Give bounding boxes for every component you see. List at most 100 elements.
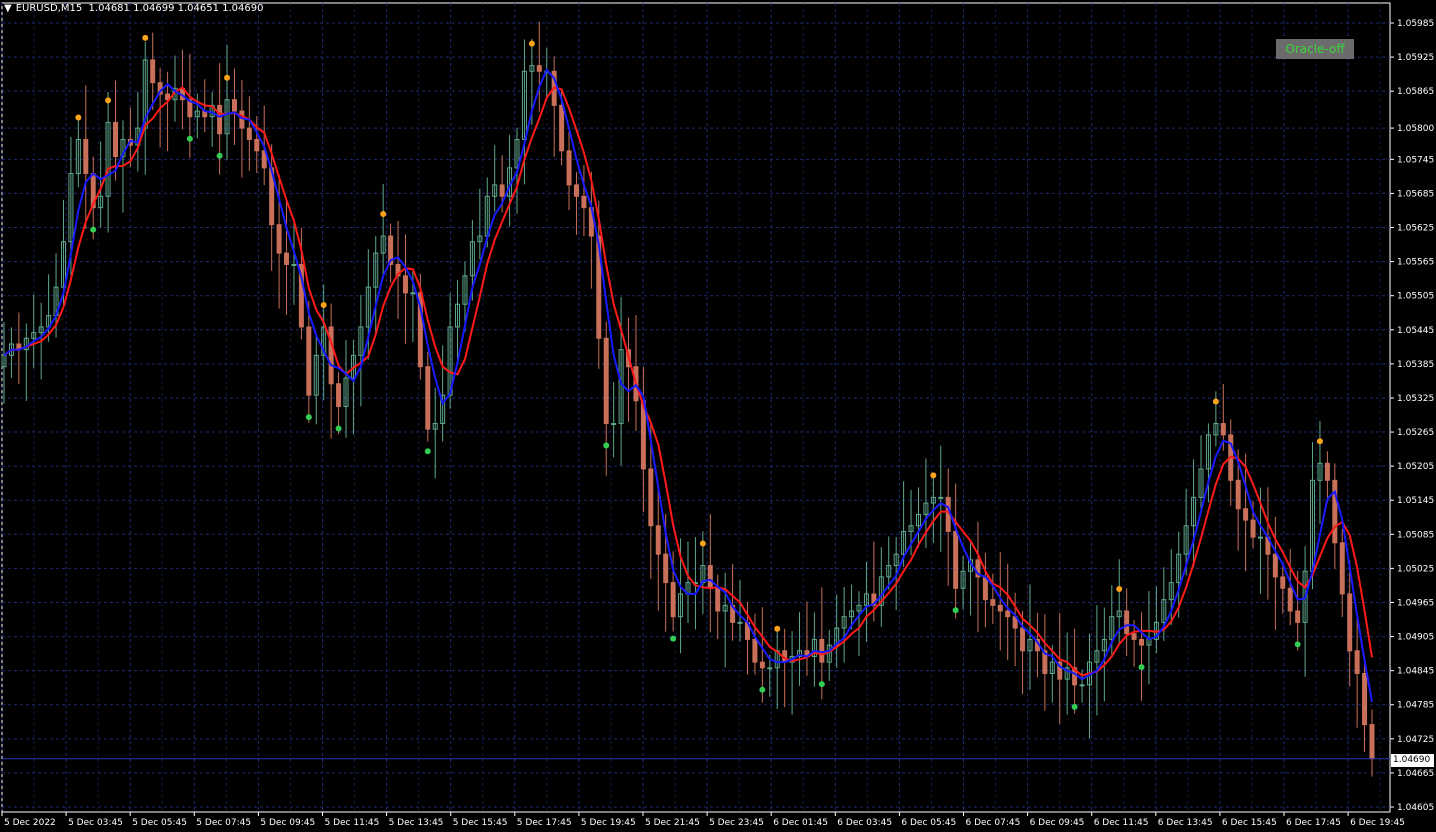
bottom-fractal-marker: [952, 607, 959, 614]
candle-bear: [819, 638, 825, 663]
time-axis-label: 6 Dec 13:45: [1158, 818, 1213, 828]
bottom-fractal-marker: [424, 448, 431, 455]
price-axis-label: 1.05505: [1397, 292, 1434, 302]
top-fractal-marker: [774, 625, 781, 632]
candle-bear: [1354, 650, 1360, 674]
time-axis-label: 5 Dec 05:45: [132, 818, 187, 828]
candle-bull: [1079, 684, 1085, 687]
time-axis-label: 6 Dec 07:45: [966, 818, 1021, 828]
candle-bear: [306, 326, 312, 396]
top-fractal-marker: [1212, 398, 1219, 405]
time-axis-label: 6 Dec 05:45: [901, 818, 956, 828]
price-axis-label: 1.04845: [1397, 667, 1434, 677]
time-axis-label: 6 Dec 11:45: [1094, 818, 1149, 828]
candle-bear: [759, 661, 765, 669]
time-axis-label: 6 Dec 01:45: [773, 818, 828, 828]
candle-bull: [611, 423, 617, 426]
bottom-fractal-marker: [1138, 664, 1145, 671]
symbol-label: EURUSD,M15: [15, 3, 83, 14]
price-axis-label: 1.05265: [1397, 428, 1434, 438]
top-fractal-marker: [142, 34, 149, 41]
candle-bear: [402, 275, 408, 294]
price-axis-label: 1.05205: [1397, 462, 1434, 472]
time-axis-label: 6 Dec 15:45: [1222, 818, 1277, 828]
oracle-toggle-button[interactable]: Oracle-off: [1276, 39, 1354, 59]
candle-bull: [1257, 536, 1263, 539]
time-axis-label: 5 Dec 09:45: [260, 818, 315, 828]
top-fractal-marker: [224, 74, 231, 81]
price-axis-label: 1.05800: [1397, 124, 1434, 134]
candle-bear: [246, 127, 252, 140]
candle-bear: [113, 121, 119, 158]
top-fractal-marker: [528, 40, 535, 47]
candle-bear: [1362, 672, 1368, 726]
candle-bear: [566, 150, 572, 186]
bottom-fractal-marker: [1071, 703, 1078, 710]
candle-bear: [1250, 519, 1256, 538]
candle-bear: [239, 110, 245, 129]
candle-bear: [1243, 508, 1249, 521]
candle-bear: [1332, 479, 1338, 544]
candle-bear: [990, 599, 996, 606]
candle-bear: [1324, 462, 1330, 481]
candle-bear: [1020, 627, 1026, 652]
price-axis-label: 1.05385: [1397, 360, 1434, 370]
candle-bull: [291, 263, 297, 266]
bottom-fractal-marker: [670, 635, 677, 642]
price-axis-label: 1.04665: [1397, 769, 1434, 779]
price-axis-label: 1.05625: [1397, 224, 1434, 234]
price-chart[interactable]: 1.05985 1.05925 1.05865 1.05800 1.05745 1.056…: [0, 0, 1436, 832]
price-axis-label: 1.05145: [1397, 496, 1434, 506]
candle-bull: [410, 292, 416, 295]
dropdown-triangle-icon[interactable]: ▼: [4, 3, 12, 14]
top-fractal-marker: [699, 540, 706, 547]
time-axis-label: 5 Dec 2022: [4, 818, 56, 828]
plot-frame: [1, 2, 1391, 813]
bottom-fractal-marker: [759, 686, 766, 693]
candle-bear: [425, 366, 431, 430]
price-axis-label: 1.05745: [1397, 155, 1434, 165]
candle-bear: [1272, 553, 1278, 578]
ohlc-values: 1.04681 1.04699 1.04651 1.04690: [88, 3, 264, 14]
price-axis-label: 1.05565: [1397, 258, 1434, 268]
time-axis-label: 5 Dec 23:45: [709, 818, 764, 828]
time-axis-label: 5 Dec 07:45: [196, 818, 251, 828]
candle-bear: [655, 525, 661, 555]
candle-bear: [254, 138, 260, 152]
time-axis-label: 5 Dec 03:45: [68, 818, 123, 828]
price-axis-label: 1.05925: [1397, 53, 1434, 63]
candle-bear: [559, 104, 565, 152]
candle-bear: [982, 576, 988, 601]
price-axis-label: 1.05445: [1397, 326, 1434, 336]
price-axis-label: 1.05325: [1397, 394, 1434, 404]
candle-bear: [1347, 593, 1353, 652]
time-axis-label: 5 Dec 13:45: [389, 818, 444, 828]
top-fractal-marker: [1316, 438, 1323, 445]
time-axis-label: 5 Dec 11:45: [325, 818, 380, 828]
bottom-fractal-marker: [335, 425, 342, 432]
bottom-fractal-marker: [818, 681, 825, 688]
candle-bear: [707, 565, 713, 589]
price-axis-label: 1.05085: [1397, 530, 1434, 540]
time-axis-label: 5 Dec 15:45: [453, 818, 508, 828]
bottom-fractal-marker: [216, 152, 223, 159]
candle-bear: [752, 638, 758, 663]
candle-bear: [997, 604, 1003, 612]
current-price-label: 1.04690: [1391, 754, 1434, 767]
top-fractal-marker: [105, 97, 112, 104]
time-axis-label: 6 Dec 09:45: [1030, 818, 1085, 828]
bottom-fractal-marker: [1294, 641, 1301, 648]
top-fractal-marker: [320, 301, 327, 308]
candle-bear: [1139, 638, 1145, 646]
candle-bear: [1005, 610, 1011, 618]
candle-bear: [1287, 587, 1293, 612]
price-axis-label: 1.04605: [1397, 803, 1434, 813]
candle-bear: [150, 59, 156, 84]
price-axis-label: 1.05985: [1397, 19, 1434, 29]
candle-bear: [276, 224, 282, 254]
price-axis-label: 1.04965: [1397, 598, 1434, 608]
top-fractal-marker: [1116, 586, 1123, 592]
candle-bull: [737, 621, 743, 624]
price-axis-label: 1.04905: [1397, 633, 1434, 643]
chart-header: ▼ EURUSD,M15 1.04681 1.04699 1.04651 1.04…: [4, 3, 264, 14]
